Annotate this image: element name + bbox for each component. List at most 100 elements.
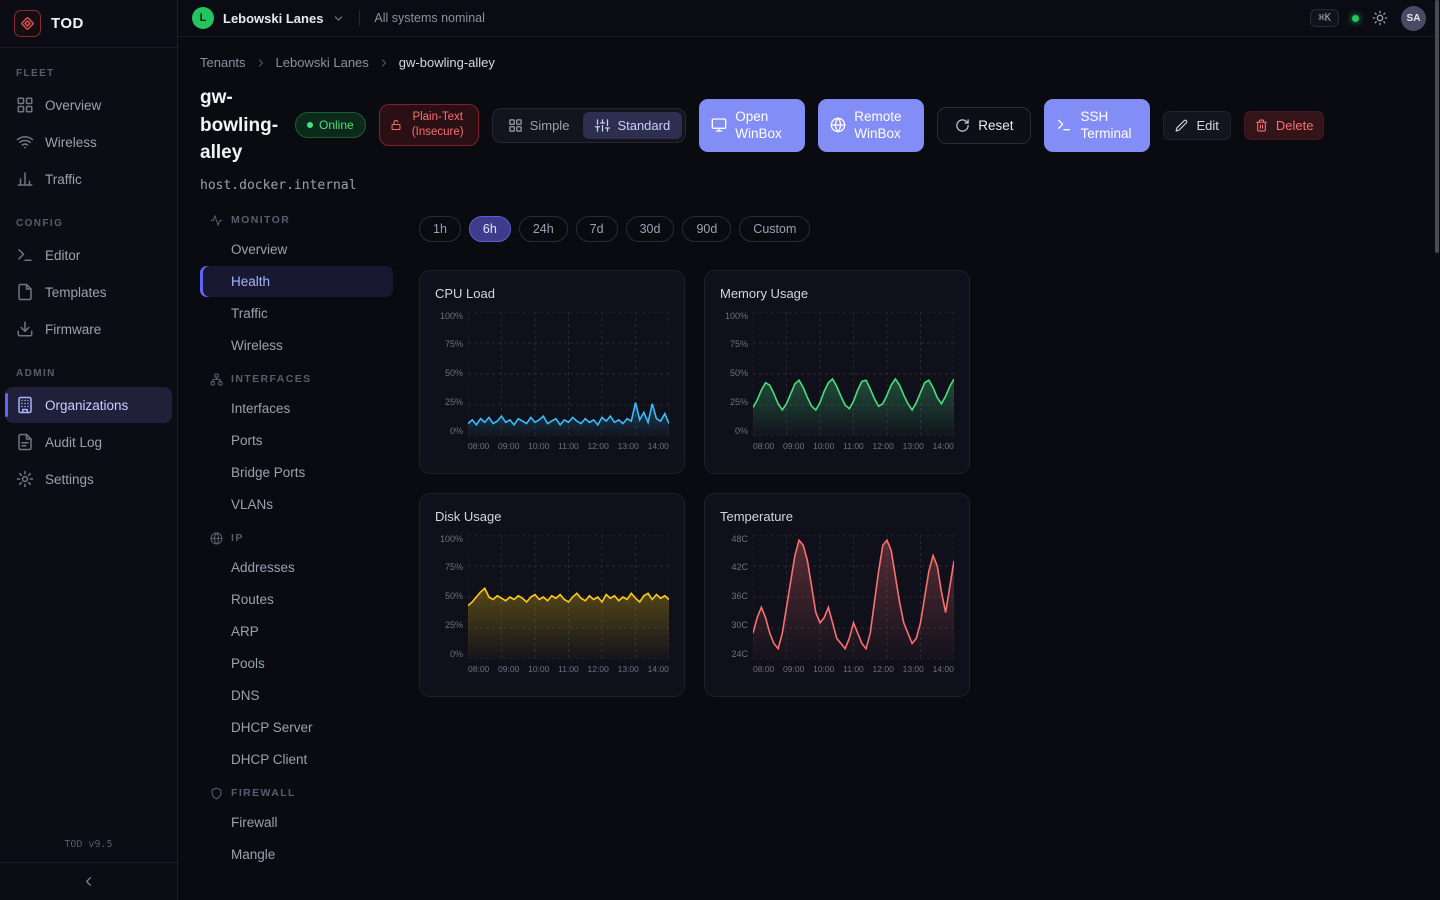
device-body: MONITOR Overview Health Traffic Wireless… — [200, 203, 1418, 871]
subnav-item-dhcp-client[interactable]: DHCP Client — [200, 744, 393, 775]
reset-button[interactable]: Reset — [937, 107, 1031, 144]
view-mode-label: Standard — [617, 118, 670, 133]
device-host: host.docker.internal — [200, 178, 1418, 193]
subnav-item-ports[interactable]: Ports — [200, 425, 393, 456]
breadcrumb-current: gw-bowling-alley — [399, 55, 495, 70]
y-tick-label: 100% — [440, 312, 463, 321]
app-title: TOD — [51, 15, 84, 32]
chevron-down-icon — [332, 12, 345, 25]
breadcrumb: Tenants Lebowski Lanes gw-bowling-alley — [200, 55, 1418, 70]
time-range-24h[interactable]: 24h — [519, 216, 568, 242]
x-tick-label: 09:00 — [783, 664, 804, 674]
delete-button[interactable]: Delete — [1244, 111, 1325, 140]
tenant-avatar: L — [192, 7, 214, 29]
chevron-right-icon — [255, 57, 267, 69]
remote-winbox-label: Remote WinBox — [854, 108, 912, 143]
building-icon — [16, 396, 34, 414]
sidebar-item-label: Settings — [45, 472, 94, 487]
sidebar-item-label: Audit Log — [45, 435, 102, 450]
subnav-item-pools[interactable]: Pools — [200, 648, 393, 679]
tenant-switcher[interactable]: L Lebowski Lanes All systems nominal — [192, 7, 485, 29]
page-scrollbar[interactable] — [1434, 0, 1440, 900]
ssh-terminal-button[interactable]: SSH Terminal — [1044, 99, 1150, 152]
wifi-icon — [16, 133, 34, 151]
online-badge-label: Online — [319, 118, 354, 132]
x-axis-labels: 08:0009:0010:0011:0012:0013:0014:00 — [468, 664, 669, 674]
time-range-90d[interactable]: 90d — [682, 216, 731, 242]
subnav-item-wireless[interactable]: Wireless — [200, 330, 393, 361]
globe-icon — [830, 117, 846, 133]
chart-title: Disk Usage — [435, 509, 669, 524]
subnav-section-label: FIREWALL — [231, 787, 296, 799]
x-tick-label: 13:00 — [618, 664, 639, 674]
y-axis-labels: 100%75%50%25%0% — [720, 312, 748, 436]
breadcrumb-tenant[interactable]: Lebowski Lanes — [276, 55, 369, 70]
health-panel: 1h 6h 24h 7d 30d 90d Custom CPU Load 100… — [419, 203, 970, 697]
sidebar-item-label: Organizations — [45, 398, 128, 413]
chevron-right-icon — [378, 57, 390, 69]
x-tick-label: 11:00 — [558, 441, 579, 451]
sidebar-item-firmware[interactable]: Firmware — [5, 311, 172, 347]
sidebar-item-templates[interactable]: Templates — [5, 274, 172, 310]
y-tick-label: 48C — [731, 535, 748, 544]
sun-icon[interactable] — [1372, 10, 1388, 26]
view-mode-simple[interactable]: Simple — [496, 112, 582, 139]
sidebar-item-settings[interactable]: Settings — [5, 461, 172, 497]
subnav-item-bridge-ports[interactable]: Bridge Ports — [200, 457, 393, 488]
subnav-item-arp[interactable]: ARP — [200, 616, 393, 647]
time-range-6h[interactable]: 6h — [469, 216, 511, 242]
subnav-item-health[interactable]: Health — [200, 266, 393, 297]
edit-label: Edit — [1196, 118, 1218, 133]
sidebar-collapse-button[interactable] — [0, 862, 177, 900]
sidebar-footer: TOD v9.5 — [0, 829, 177, 900]
subnav-item-dns[interactable]: DNS — [200, 680, 393, 711]
subnav-item-overview[interactable]: Overview — [200, 234, 393, 265]
chart-plot — [753, 312, 954, 436]
chart-title: CPU Load — [435, 286, 669, 301]
y-tick-label: 25% — [730, 398, 748, 407]
subnav-item-firewall[interactable]: Firewall — [200, 807, 393, 838]
x-tick-label: 14:00 — [933, 441, 954, 451]
subnav-item-traffic[interactable]: Traffic — [200, 298, 393, 329]
x-tick-label: 12:00 — [873, 664, 894, 674]
sidebar-item-traffic[interactable]: Traffic — [5, 161, 172, 197]
sidebar-item-wireless[interactable]: Wireless — [5, 124, 172, 160]
time-range-1h[interactable]: 1h — [419, 216, 461, 242]
y-tick-label: 42C — [731, 563, 748, 572]
subnav-item-interfaces[interactable]: Interfaces — [200, 393, 393, 424]
edit-button[interactable]: Edit — [1163, 111, 1230, 140]
y-tick-label: 50% — [730, 369, 748, 378]
x-tick-label: 13:00 — [903, 441, 924, 451]
y-tick-label: 100% — [440, 535, 463, 544]
grid-icon — [16, 96, 34, 114]
sidebar-item-organizations[interactable]: Organizations — [5, 387, 172, 423]
terminal-icon — [16, 246, 34, 264]
time-range-custom[interactable]: Custom — [739, 216, 810, 242]
document-lines-icon — [16, 433, 34, 451]
user-avatar[interactable]: SA — [1401, 6, 1426, 31]
subnav-item-vlans[interactable]: VLANs — [200, 489, 393, 520]
sliders-icon — [595, 118, 610, 133]
subnav-item-dhcp-server[interactable]: DHCP Server — [200, 712, 393, 743]
remote-winbox-button[interactable]: Remote WinBox — [818, 99, 924, 152]
scrollbar-thumb[interactable] — [1435, 0, 1439, 253]
file-icon — [16, 283, 34, 301]
subnav-item-routes[interactable]: Routes — [200, 584, 393, 615]
view-mode-standard[interactable]: Standard — [583, 112, 682, 139]
open-winbox-label: Open WinBox — [735, 108, 793, 143]
pencil-icon — [1175, 119, 1188, 132]
subnav-section-label: MONITOR — [231, 214, 290, 226]
x-tick-label: 08:00 — [753, 664, 774, 674]
open-winbox-button[interactable]: Open WinBox — [699, 99, 805, 152]
subnav-item-mangle[interactable]: Mangle — [200, 839, 393, 870]
sidebar-item-audit-log[interactable]: Audit Log — [5, 424, 172, 460]
breadcrumb-tenants[interactable]: Tenants — [200, 55, 246, 70]
gear-icon — [16, 470, 34, 488]
chart-title: Temperature — [720, 509, 954, 524]
time-range-30d[interactable]: 30d — [626, 216, 675, 242]
sidebar-item-overview[interactable]: Overview — [5, 87, 172, 123]
subnav-item-addresses[interactable]: Addresses — [200, 552, 393, 583]
time-range-7d[interactable]: 7d — [576, 216, 618, 242]
command-palette-shortcut[interactable]: ⌘K — [1310, 9, 1339, 27]
sidebar-item-editor[interactable]: Editor — [5, 237, 172, 273]
